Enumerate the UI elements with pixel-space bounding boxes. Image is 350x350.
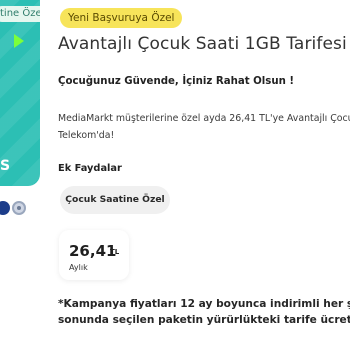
product-title: Avantajlı Çocuk Saati 1GB Tarifesi: [58, 34, 347, 54]
note-line-2: sonunda seçilen paketin yürürlükteki tar…: [58, 314, 350, 326]
price-box: 26,41 TL Aylık: [59, 230, 129, 280]
benefit-chip[interactable]: Çocuk Saatine Özel: [60, 186, 170, 214]
extras-heading: Ek Faydalar: [58, 163, 122, 174]
description-line-1: MediaMarkt müşterilerine özel ayda 26,41…: [58, 113, 350, 124]
product-card-preview[interactable]: tine Özel S: [0, 0, 40, 186]
color-option-dot-icon[interactable]: [0, 201, 10, 215]
price-period: Aylık: [69, 263, 88, 272]
campaign-note: *Kampanya fiyatları 12 ay boyunca indiri…: [58, 296, 350, 328]
product-subtitle: Çocuğunuz Güvende, İçiniz Rahat Olsun !: [58, 76, 295, 87]
price-currency: TL: [110, 248, 120, 256]
new-application-tag: Yeni Başvuruya Özel: [60, 8, 183, 28]
product-description: MediaMarkt müşterilerine özel ayda 26,41…: [58, 110, 350, 144]
description-line-2: Telekom'da!: [58, 130, 115, 141]
settings-circle-icon[interactable]: [12, 201, 26, 215]
left-card-footer-text: S: [0, 158, 11, 174]
left-card-badge: tine Özel: [0, 6, 40, 22]
note-line-1: *Kampanya fiyatları 12 ay boyunca indiri…: [58, 298, 350, 310]
play-icon[interactable]: [14, 34, 24, 48]
